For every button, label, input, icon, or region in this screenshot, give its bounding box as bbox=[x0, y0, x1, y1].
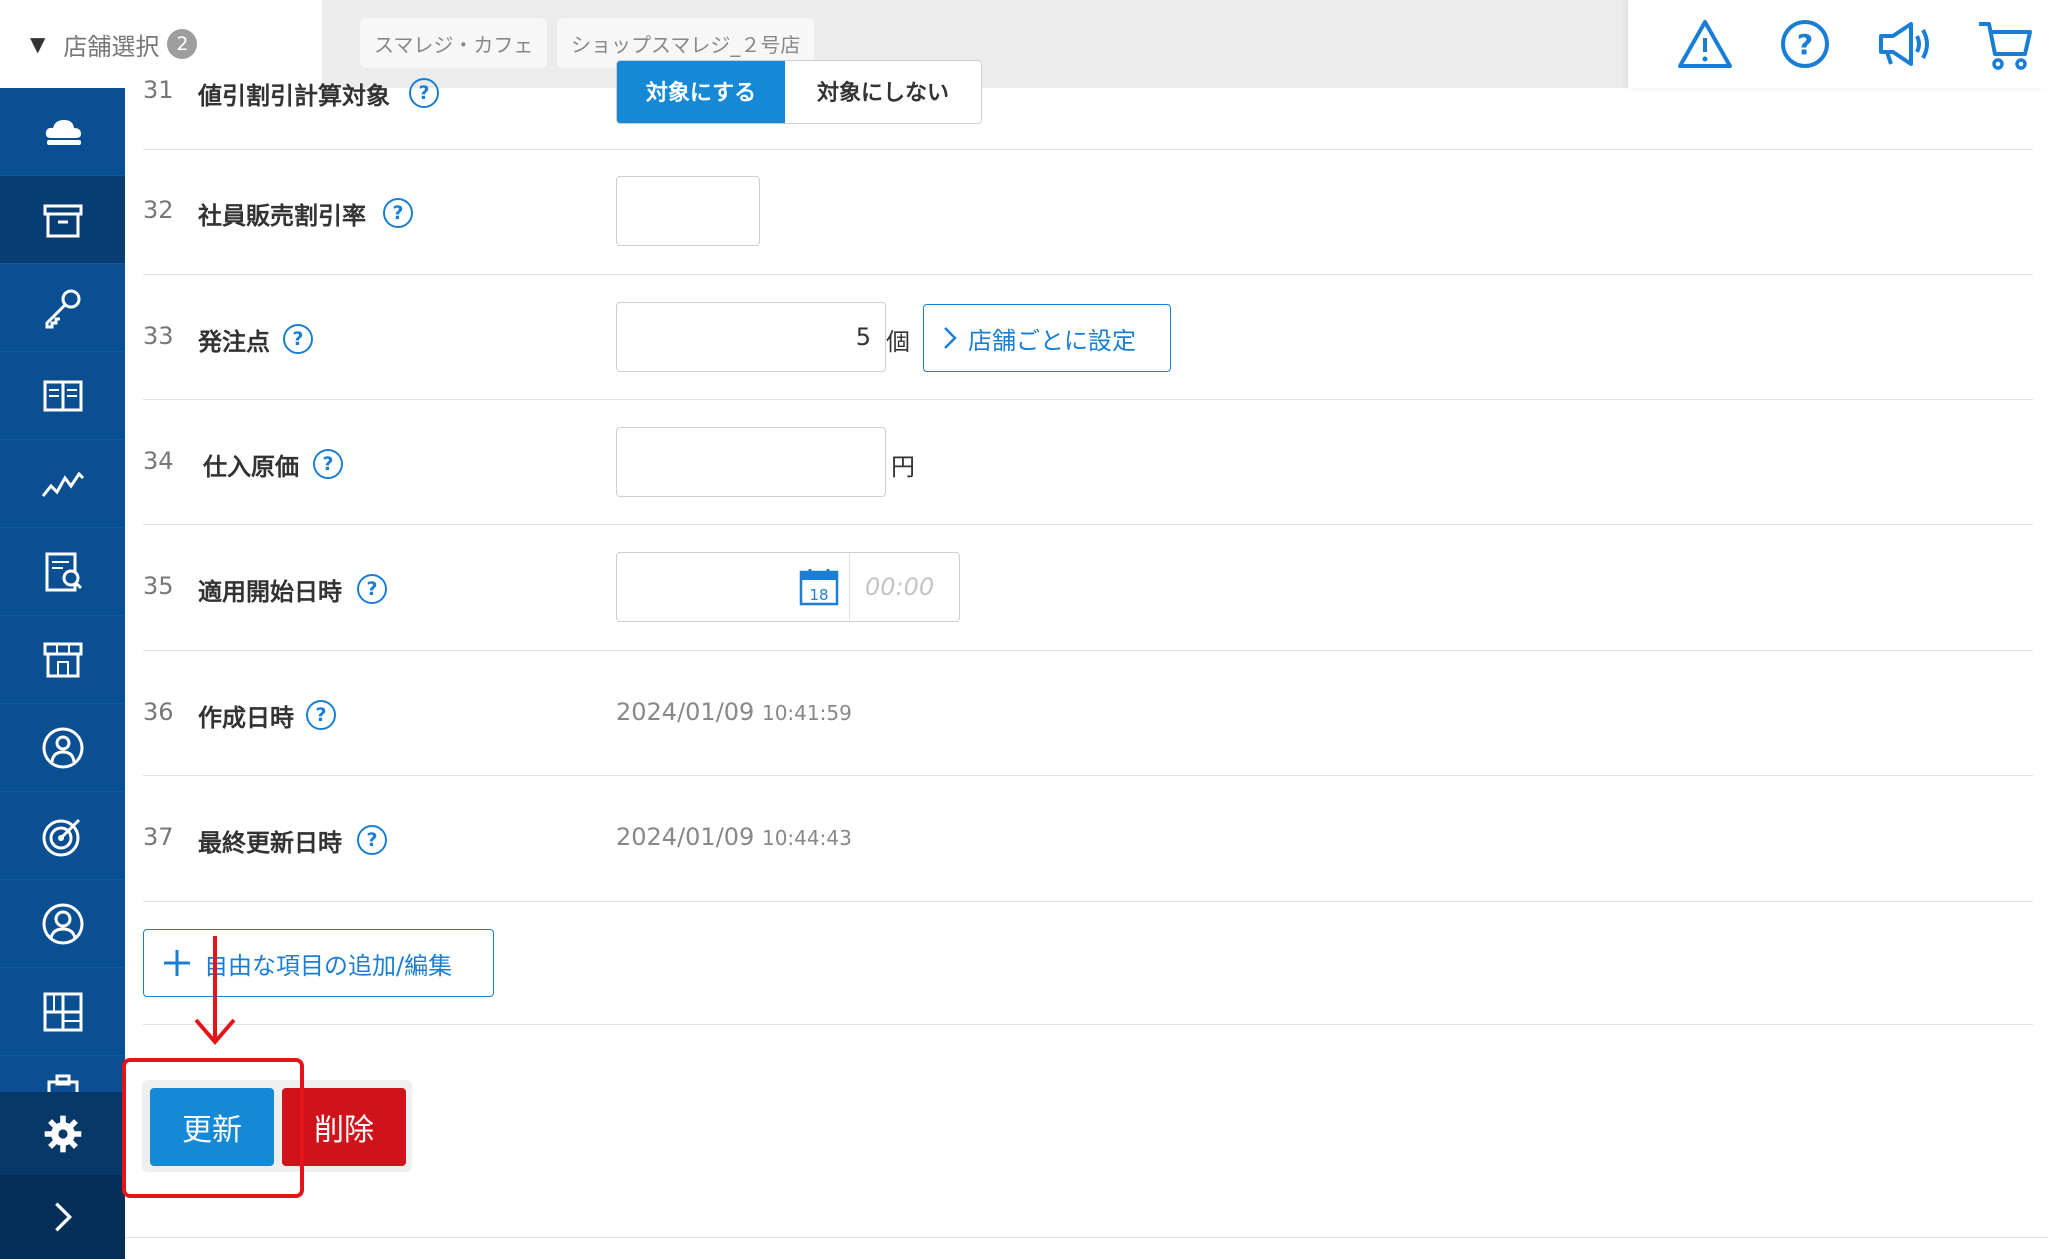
sidebar-item-target[interactable] bbox=[0, 792, 125, 880]
caret-down-icon: ▼ bbox=[30, 32, 46, 56]
button-label: 店舗ごとに設定 bbox=[968, 326, 1136, 355]
settings-button[interactable] bbox=[0, 1092, 125, 1175]
sidebar-item-stores[interactable] bbox=[0, 616, 125, 704]
sidebar-item-clipboard[interactable] bbox=[0, 1056, 125, 1096]
unit-label: 円 bbox=[891, 453, 915, 481]
field-row-33: 33 発注点 ? 5 個 店舗ごとに設定 bbox=[143, 274, 2033, 400]
created-date: 2024/01/09 bbox=[616, 698, 755, 726]
divider bbox=[125, 1237, 2048, 1238]
field-row-37: 37 最終更新日時 ? 2024/01/09 10:44:43 bbox=[143, 775, 2033, 902]
help-icon[interactable]: ? bbox=[383, 198, 413, 228]
row-number: 37 bbox=[143, 823, 174, 851]
button-label: 自由な項目の追加/編集 bbox=[204, 951, 453, 980]
row-number: 31 bbox=[143, 76, 174, 104]
sidebar-item-products[interactable] bbox=[0, 176, 125, 264]
sidebar-item-cloud[interactable] bbox=[0, 88, 125, 176]
field-row-36: 36 作成日時 ? 2024/01/09 10:41:59 bbox=[143, 650, 2033, 776]
unit-label: 個 bbox=[886, 328, 910, 356]
sidebar-item-staff[interactable] bbox=[0, 704, 125, 792]
report-icon bbox=[45, 552, 82, 591]
row-label: 最終更新日時 bbox=[198, 829, 342, 857]
created-datetime: 2024/01/09 10:41:59 bbox=[616, 698, 852, 726]
help-icon[interactable]: ? bbox=[306, 700, 336, 730]
help-icon[interactable]: ? bbox=[357, 825, 387, 855]
chart-icon bbox=[41, 471, 84, 497]
employee-discount-rate-input[interactable] bbox=[616, 176, 760, 246]
per-store-setting-button[interactable]: 店舗ごとに設定 bbox=[923, 304, 1171, 372]
row-label: 仕入原価 bbox=[203, 453, 299, 481]
field-row-34: 34 仕入原価 ? 円 bbox=[143, 399, 2033, 525]
created-time: 10:41:59 bbox=[761, 701, 852, 725]
book-icon bbox=[43, 380, 82, 411]
sidebar-item-keys[interactable] bbox=[0, 264, 125, 352]
sidebar bbox=[0, 88, 125, 1259]
row-number: 32 bbox=[143, 196, 174, 224]
archive-icon bbox=[43, 204, 82, 237]
updated-date: 2024/01/09 bbox=[616, 823, 755, 851]
help-icon[interactable]: ? bbox=[283, 324, 313, 354]
key-icon bbox=[45, 289, 80, 328]
row-label: 作成日時 bbox=[198, 704, 294, 732]
field-row-35: 35 適用開始日時 ? 18 00:00 bbox=[143, 524, 2033, 651]
sidebar-item-book[interactable] bbox=[0, 352, 125, 440]
sidebar-item-reports[interactable] bbox=[0, 528, 125, 616]
sidebar-item-apps[interactable] bbox=[0, 968, 125, 1056]
discount-target-toggle[interactable]: 対象にする 対象にしない bbox=[616, 60, 982, 124]
expand-sidebar-button[interactable] bbox=[0, 1175, 125, 1259]
start-datetime-field[interactable]: 18 00:00 bbox=[616, 552, 960, 622]
gear-icon bbox=[44, 1115, 81, 1152]
updated-datetime: 2024/01/09 10:44:43 bbox=[616, 823, 852, 851]
row-number: 35 bbox=[143, 572, 174, 600]
chevron-right-icon bbox=[944, 327, 957, 349]
field-row-31: 31 値引割引計算対象 ? 対象にする 対象にしない bbox=[143, 40, 2033, 150]
row-number: 34 bbox=[143, 447, 174, 475]
calendar-icon[interactable]: 18 bbox=[799, 567, 839, 607]
add-field-row: 自由な項目の追加/編集 bbox=[143, 901, 2033, 1025]
reorder-point-input[interactable]: 5 bbox=[616, 302, 886, 372]
plus-icon bbox=[164, 950, 190, 976]
cloud-icon bbox=[45, 119, 81, 145]
help-icon[interactable]: ? bbox=[313, 449, 343, 479]
field-row-32: 32 社員販売割引率 ? bbox=[143, 149, 2033, 275]
row-number: 33 bbox=[143, 322, 174, 350]
row-number: 36 bbox=[143, 698, 174, 726]
toggle-option-off[interactable]: 対象にしない bbox=[785, 61, 981, 123]
row-label: 適用開始日時 bbox=[198, 578, 342, 606]
sidebar-item-members[interactable] bbox=[0, 880, 125, 968]
member-icon bbox=[42, 903, 83, 944]
chevron-right-icon bbox=[54, 1202, 72, 1232]
target-icon bbox=[42, 818, 80, 856]
highlight-box bbox=[122, 1058, 304, 1198]
grid-icon bbox=[43, 992, 82, 1031]
cost-price-input[interactable] bbox=[616, 427, 886, 497]
row-label: 社員販売割引率 bbox=[198, 202, 366, 230]
user-icon bbox=[42, 727, 83, 768]
time-input-placeholder[interactable]: 00:00 bbox=[865, 573, 934, 601]
calendar-day: 18 bbox=[809, 586, 828, 604]
sidebar-item-analytics[interactable] bbox=[0, 440, 125, 528]
row-label: 発注点 bbox=[198, 328, 270, 356]
help-icon[interactable]: ? bbox=[409, 78, 439, 108]
updated-time: 10:44:43 bbox=[761, 826, 852, 850]
store-icon bbox=[43, 642, 82, 677]
sidebar-bottom bbox=[0, 1092, 125, 1259]
row-label: 値引割引計算対象 bbox=[198, 82, 390, 110]
toggle-option-on[interactable]: 対象にする bbox=[617, 61, 785, 123]
arrow-down-icon bbox=[194, 936, 236, 1046]
help-icon[interactable]: ? bbox=[357, 574, 387, 604]
